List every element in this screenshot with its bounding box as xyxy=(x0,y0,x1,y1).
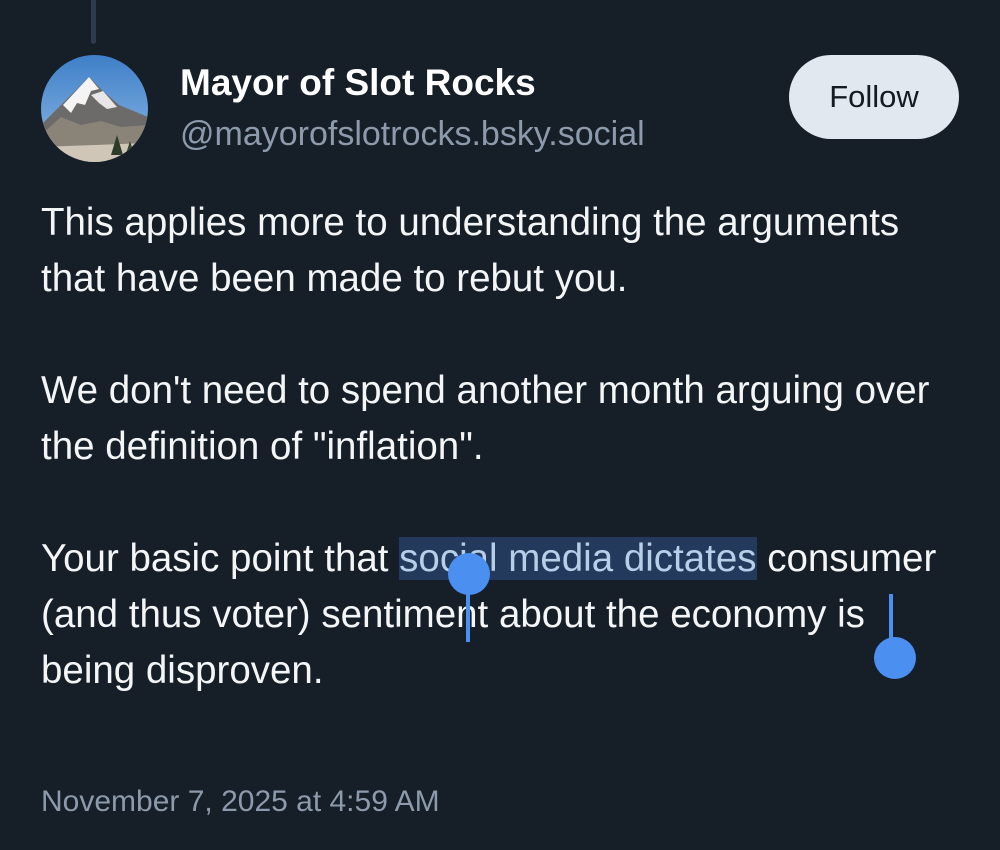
follow-button[interactable]: Follow xyxy=(789,55,959,139)
author-avatar[interactable] xyxy=(41,55,148,162)
selection-end-handle[interactable] xyxy=(874,637,916,679)
paragraph-text: Your basic point that xyxy=(41,537,400,580)
thread-connector-line xyxy=(91,0,96,44)
author-display-name[interactable]: Mayor of Slot Rocks xyxy=(180,62,536,104)
post-text[interactable]: This applies more to understanding the a… xyxy=(41,195,941,699)
selection-end-caret xyxy=(889,594,893,642)
post-timestamp: November 7, 2025 at 4:59 AM xyxy=(41,785,440,818)
post-paragraph: We don't need to spend another month arg… xyxy=(41,369,930,468)
mountain-avatar-icon xyxy=(41,55,148,162)
selection-start-caret xyxy=(466,594,470,642)
selection-start-handle[interactable] xyxy=(448,553,490,595)
post-paragraph: This applies more to understanding the a… xyxy=(41,201,900,300)
post-paragraph: Your basic point that social media dicta… xyxy=(41,531,941,699)
author-handle[interactable]: @mayorofslotrocks.bsky.social xyxy=(180,115,645,154)
